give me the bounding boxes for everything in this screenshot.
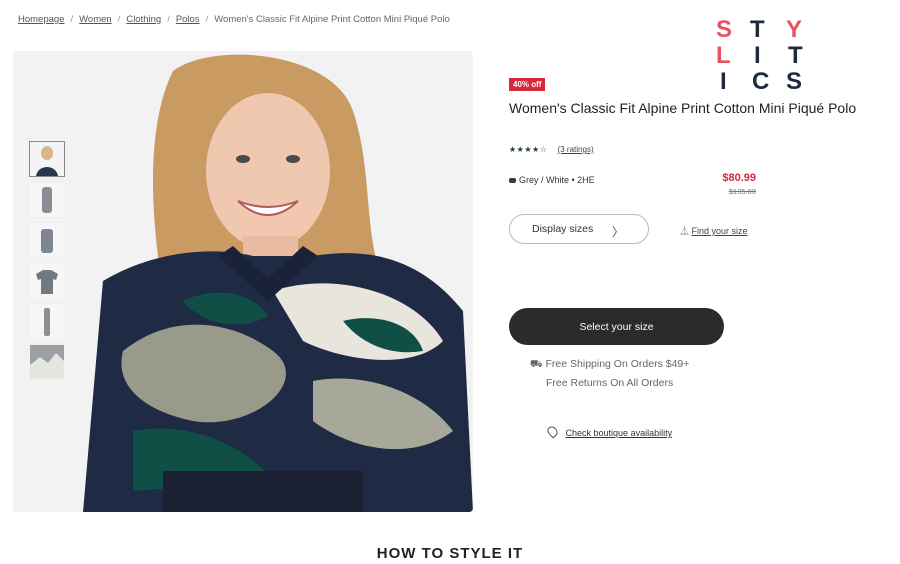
original-price: $135.00	[728, 187, 756, 196]
how-to-style-heading: HOW TO STYLE IT	[376, 545, 524, 562]
ratings-link[interactable]: (3 ratings)	[558, 145, 594, 154]
breadcrumb-separator: /	[70, 14, 74, 25]
logo-letter: T	[750, 16, 765, 43]
logo-letter: I	[720, 68, 727, 95]
thumbnail-5[interactable]	[29, 303, 65, 339]
breadcrumb-current: Women's Classic Fit Alpine Print Cotton …	[214, 14, 450, 25]
color-selector[interactable]: Grey / White • 2HE	[509, 175, 595, 185]
logo-letter: C	[752, 68, 770, 95]
breadcrumb-separator: /	[117, 14, 121, 25]
check-boutique-label: Check boutique availability	[565, 428, 673, 438]
thumbnail-2[interactable]	[29, 181, 65, 218]
breadcrumb-clothing[interactable]: Clothing	[126, 14, 161, 25]
logo-letter: L	[716, 42, 731, 69]
breadcrumb-women[interactable]: Women	[79, 14, 112, 25]
thumbnail-list	[29, 141, 69, 384]
thumbnail-image	[30, 304, 64, 338]
chevron-right-icon: 〉	[611, 225, 624, 239]
logo-letter: I	[754, 42, 761, 69]
find-your-size-label: Find your size	[691, 226, 748, 236]
shipping-line-2: Free Returns On All Orders	[546, 377, 674, 389]
product-title: Women's Classic Fit Alpine Print Cotton …	[509, 100, 857, 116]
hanger-icon: ⏅	[680, 226, 690, 236]
logo-letter: S	[786, 68, 803, 95]
model-photo	[13, 51, 473, 512]
rating-stars-icon: ★★★★☆	[509, 145, 548, 154]
price-block: $80.99 $135.00	[712, 172, 756, 196]
truck-icon: ⛟	[530, 359, 543, 370]
thumbnail-image	[30, 344, 64, 379]
discount-badge: 40% off	[509, 78, 546, 91]
display-sizes-label: Display sizes	[532, 223, 594, 235]
thumbnail-4[interactable]	[29, 262, 65, 299]
product-main-image[interactable]	[13, 51, 473, 512]
check-boutique-link[interactable]: Check boutique availability	[545, 424, 673, 439]
thumbnail-image	[30, 142, 64, 176]
thumbnail-3[interactable]	[29, 222, 65, 258]
breadcrumb-separator: /	[167, 14, 170, 25]
sale-price: $80.99	[722, 172, 756, 184]
location-pin-icon	[545, 424, 560, 439]
product-rating: ★★★★☆ (3 ratings)	[509, 145, 594, 154]
color-swatch-icon	[509, 178, 516, 184]
find-your-size-link[interactable]: ⏅ Find your size	[680, 224, 748, 237]
stylitics-logo: S T Y L I T I C S	[710, 14, 810, 95]
color-label: Grey / White • 2HE	[519, 175, 595, 185]
shipping-info: ⛟ Free Shipping On Orders $49+ Free Retu…	[530, 355, 689, 392]
thumbnail-image	[30, 223, 64, 257]
thumbnail-6[interactable]	[29, 343, 65, 380]
breadcrumb-polos[interactable]: Polos	[176, 14, 200, 25]
breadcrumb: Homepage / Women / Clothing / Polos / Women's Cl…	[18, 14, 450, 25]
shipping-line-1: Free Shipping On Orders $49+	[545, 358, 690, 370]
logo-letter: S	[716, 16, 733, 43]
breadcrumb-homepage[interactable]: Homepage	[18, 14, 64, 25]
logo-letter: T	[788, 42, 803, 69]
breadcrumb-separator: /	[205, 14, 209, 25]
display-sizes-button[interactable]: Display sizes 〉	[509, 214, 649, 244]
select-size-button[interactable]: Select your size	[509, 308, 724, 345]
thumbnail-image	[30, 182, 64, 217]
thumbnail-image	[30, 263, 64, 298]
thumbnail-1[interactable]	[29, 141, 65, 177]
logo-letter: Y	[786, 16, 803, 43]
